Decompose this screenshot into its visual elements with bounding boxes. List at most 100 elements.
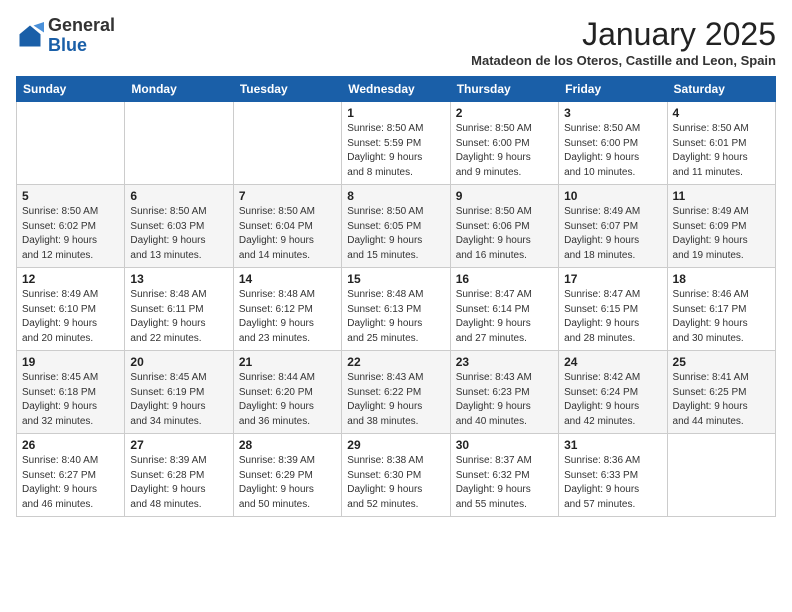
day-number: 22 xyxy=(347,355,444,369)
day-info: Sunrise: 8:40 AM Sunset: 6:27 PM Dayligh… xyxy=(22,454,119,512)
day-info: Sunrise: 8:48 AM Sunset: 6:13 PM Dayligh… xyxy=(347,288,444,346)
title-block: January 2025 Matadeon de los Oteros, Cas… xyxy=(471,16,776,68)
day-info: Sunrise: 8:48 AM Sunset: 6:12 PM Dayligh… xyxy=(239,288,336,346)
calendar-cell: 29 Sunrise: 8:38 AM Sunset: 6:30 PM Dayli… xyxy=(342,434,450,517)
day-number: 13 xyxy=(130,272,227,286)
day-info: Sunrise: 8:43 AM Sunset: 6:22 PM Dayligh… xyxy=(347,371,444,429)
day-info: Sunrise: 8:50 AM Sunset: 6:06 PM Dayligh… xyxy=(456,205,553,263)
logo-icon xyxy=(16,22,44,50)
calendar-cell xyxy=(17,102,125,185)
day-info: Sunrise: 8:44 AM Sunset: 6:20 PM Dayligh… xyxy=(239,371,336,429)
calendar-cell: 22 Sunrise: 8:43 AM Sunset: 6:22 PM Dayli… xyxy=(342,351,450,434)
day-number: 19 xyxy=(22,355,119,369)
calendar-cell: 31Sunrise: 8:36 AM Sunset: 6:33 PM Dayli… xyxy=(559,434,667,517)
calendar-week-row: 12Sunrise: 8:49 AM Sunset: 6:10 PM Dayli… xyxy=(17,268,776,351)
calendar-cell: 12Sunrise: 8:49 AM Sunset: 6:10 PM Dayli… xyxy=(17,268,125,351)
day-number: 14 xyxy=(239,272,336,286)
location-subtitle: Matadeon de los Oteros, Castille and Leo… xyxy=(471,53,776,68)
calendar-cell: 14 Sunrise: 8:48 AM Sunset: 6:12 PM Dayli… xyxy=(233,268,341,351)
day-number: 27 xyxy=(130,438,227,452)
weekday-header: Sunday xyxy=(17,77,125,102)
calendar-cell: 1 Sunrise: 8:50 AM Sunset: 5:59 PM Daylig… xyxy=(342,102,450,185)
calendar-cell: 4 Sunrise: 8:50 AM Sunset: 6:01 PM Daylig… xyxy=(667,102,775,185)
calendar-cell: 16 Sunrise: 8:47 AM Sunset: 6:14 PM Dayli… xyxy=(450,268,558,351)
day-number: 12 xyxy=(22,272,119,286)
calendar-week-row: 19Sunrise: 8:45 AM Sunset: 6:18 PM Dayli… xyxy=(17,351,776,434)
day-number: 20 xyxy=(130,355,227,369)
day-number: 29 xyxy=(347,438,444,452)
day-number: 21 xyxy=(239,355,336,369)
day-info: Sunrise: 8:46 AM Sunset: 6:17 PM Dayligh… xyxy=(673,288,770,346)
calendar-cell: 17 Sunrise: 8:47 AM Sunset: 6:15 PM Dayli… xyxy=(559,268,667,351)
day-number: 31 xyxy=(564,438,661,452)
day-info: Sunrise: 8:47 AM Sunset: 6:15 PM Dayligh… xyxy=(564,288,661,346)
day-info: Sunrise: 8:50 AM Sunset: 6:00 PM Dayligh… xyxy=(456,122,553,180)
day-number: 26 xyxy=(22,438,119,452)
calendar-cell: 6 Sunrise: 8:50 AM Sunset: 6:03 PM Daylig… xyxy=(125,185,233,268)
day-info: Sunrise: 8:48 AM Sunset: 6:11 PM Dayligh… xyxy=(130,288,227,346)
day-number: 17 xyxy=(564,272,661,286)
weekday-header: Thursday xyxy=(450,77,558,102)
weekday-header: Wednesday xyxy=(342,77,450,102)
calendar-cell: 30Sunrise: 8:37 AM Sunset: 6:32 PM Dayli… xyxy=(450,434,558,517)
weekday-header: Friday xyxy=(559,77,667,102)
day-number: 15 xyxy=(347,272,444,286)
calendar-cell: 5 Sunrise: 8:50 AM Sunset: 6:02 PM Daylig… xyxy=(17,185,125,268)
day-info: Sunrise: 8:50 AM Sunset: 6:03 PM Dayligh… xyxy=(130,205,227,263)
day-info: Sunrise: 8:42 AM Sunset: 6:24 PM Dayligh… xyxy=(564,371,661,429)
day-number: 7 xyxy=(239,189,336,203)
day-info: Sunrise: 8:39 AM Sunset: 6:28 PM Dayligh… xyxy=(130,454,227,512)
calendar-cell: 2Sunrise: 8:50 AM Sunset: 6:00 PM Daylig… xyxy=(450,102,558,185)
logo-general-text: General xyxy=(48,15,115,35)
day-info: Sunrise: 8:50 AM Sunset: 6:05 PM Dayligh… xyxy=(347,205,444,263)
calendar-cell: 21 Sunrise: 8:44 AM Sunset: 6:20 PM Dayli… xyxy=(233,351,341,434)
day-number: 16 xyxy=(456,272,553,286)
day-info: Sunrise: 8:41 AM Sunset: 6:25 PM Dayligh… xyxy=(673,371,770,429)
calendar-cell: 27 Sunrise: 8:39 AM Sunset: 6:28 PM Dayli… xyxy=(125,434,233,517)
day-info: Sunrise: 8:50 AM Sunset: 6:01 PM Dayligh… xyxy=(673,122,770,180)
calendar-cell: 25 Sunrise: 8:41 AM Sunset: 6:25 PM Dayli… xyxy=(667,351,775,434)
day-number: 18 xyxy=(673,272,770,286)
day-number: 24 xyxy=(564,355,661,369)
day-info: Sunrise: 8:50 AM Sunset: 6:02 PM Dayligh… xyxy=(22,205,119,263)
calendar-cell: 10Sunrise: 8:49 AM Sunset: 6:07 PM Dayli… xyxy=(559,185,667,268)
calendar-cell: 19Sunrise: 8:45 AM Sunset: 6:18 PM Dayli… xyxy=(17,351,125,434)
day-number: 23 xyxy=(456,355,553,369)
day-info: Sunrise: 8:38 AM Sunset: 6:30 PM Dayligh… xyxy=(347,454,444,512)
day-number: 25 xyxy=(673,355,770,369)
page-header: General Blue January 2025 Matadeon de lo… xyxy=(16,16,776,68)
month-year-title: January 2025 xyxy=(471,16,776,53)
weekday-header: Monday xyxy=(125,77,233,102)
calendar-cell: 18 Sunrise: 8:46 AM Sunset: 6:17 PM Dayli… xyxy=(667,268,775,351)
calendar-week-row: 5 Sunrise: 8:50 AM Sunset: 6:02 PM Daylig… xyxy=(17,185,776,268)
day-number: 11 xyxy=(673,189,770,203)
day-number: 10 xyxy=(564,189,661,203)
day-info: Sunrise: 8:50 AM Sunset: 6:00 PM Dayligh… xyxy=(564,122,661,180)
calendar-cell: 24 Sunrise: 8:42 AM Sunset: 6:24 PM Dayli… xyxy=(559,351,667,434)
calendar-cell xyxy=(125,102,233,185)
weekday-header: Saturday xyxy=(667,77,775,102)
calendar-week-row: 26 Sunrise: 8:40 AM Sunset: 6:27 PM Dayli… xyxy=(17,434,776,517)
calendar-week-row: 1 Sunrise: 8:50 AM Sunset: 5:59 PM Daylig… xyxy=(17,102,776,185)
day-number: 1 xyxy=(347,106,444,120)
calendar-cell: 7Sunrise: 8:50 AM Sunset: 6:04 PM Daylig… xyxy=(233,185,341,268)
day-info: Sunrise: 8:50 AM Sunset: 5:59 PM Dayligh… xyxy=(347,122,444,180)
calendar-cell: 3 Sunrise: 8:50 AM Sunset: 6:00 PM Daylig… xyxy=(559,102,667,185)
day-info: Sunrise: 8:43 AM Sunset: 6:23 PM Dayligh… xyxy=(456,371,553,429)
calendar-cell: 13 Sunrise: 8:48 AM Sunset: 6:11 PM Dayli… xyxy=(125,268,233,351)
day-info: Sunrise: 8:47 AM Sunset: 6:14 PM Dayligh… xyxy=(456,288,553,346)
calendar-cell: 26 Sunrise: 8:40 AM Sunset: 6:27 PM Dayli… xyxy=(17,434,125,517)
day-info: Sunrise: 8:45 AM Sunset: 6:19 PM Dayligh… xyxy=(130,371,227,429)
logo-blue-text: Blue xyxy=(48,35,87,55)
day-number: 28 xyxy=(239,438,336,452)
day-number: 3 xyxy=(564,106,661,120)
weekday-header-row: SundayMondayTuesdayWednesdayThursdayFrid… xyxy=(17,77,776,102)
calendar-cell xyxy=(233,102,341,185)
day-info: Sunrise: 8:49 AM Sunset: 6:09 PM Dayligh… xyxy=(673,205,770,263)
calendar-cell: 8Sunrise: 8:50 AM Sunset: 6:05 PM Daylig… xyxy=(342,185,450,268)
day-number: 4 xyxy=(673,106,770,120)
day-number: 9 xyxy=(456,189,553,203)
day-number: 6 xyxy=(130,189,227,203)
calendar-cell: 15 Sunrise: 8:48 AM Sunset: 6:13 PM Dayli… xyxy=(342,268,450,351)
day-number: 5 xyxy=(22,189,119,203)
